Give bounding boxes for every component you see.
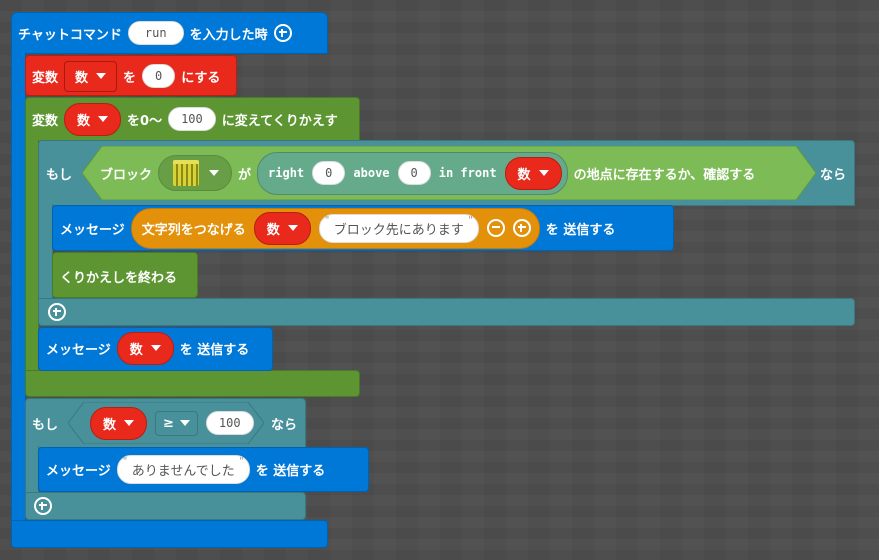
- block-label: ブロック: [100, 167, 153, 183]
- loop-to-input[interactable]: 100: [168, 107, 216, 131]
- variable-name: 数: [77, 113, 91, 129]
- message-label: メッセージ: [46, 463, 111, 479]
- on-chat-command-body-strip: [11, 52, 26, 522]
- variable-name: 数: [103, 417, 117, 433]
- operator-value: ≥: [163, 415, 174, 431]
- variable-name: 数: [517, 167, 531, 183]
- set-variable-label: 変数: [32, 70, 59, 86]
- melon-block-icon: [173, 160, 200, 186]
- send-label: を 送信する: [255, 463, 326, 479]
- position-block[interactable]: right 0 above 0 in front 数: [257, 151, 568, 195]
- on-chat-command-footer[interactable]: [11, 520, 328, 548]
- set-value-input[interactable]: 0: [142, 64, 176, 88]
- set-to-label: を: [123, 70, 137, 86]
- loop-suffix-label: に変えてくりかえす: [221, 113, 338, 129]
- if-block-1-body-strip: [38, 204, 53, 300]
- join-text-input[interactable]: ブロック先にあります: [318, 213, 479, 243]
- send-label: を 送信する: [545, 222, 616, 238]
- chevron-down-icon: [96, 73, 107, 79]
- minus-circle-icon[interactable]: [486, 219, 505, 237]
- chevron-down-icon: [287, 225, 298, 231]
- right-input[interactable]: 0: [312, 161, 346, 185]
- if-label: もし: [46, 167, 73, 183]
- chevron-down-icon: [209, 170, 220, 176]
- break-label: くりかえしを終わる: [60, 270, 178, 286]
- for-loop-footer[interactable]: [25, 370, 360, 397]
- hat-prefix-label: チャットコマンド: [18, 27, 122, 43]
- send-label: を 送信する: [179, 342, 250, 358]
- message-variable-dropdown[interactable]: 数: [116, 331, 174, 365]
- chevron-down-icon: [538, 170, 549, 176]
- chevron-down-icon: [150, 345, 161, 351]
- if-label: もし: [32, 417, 59, 433]
- if-block-2-footer[interactable]: [25, 492, 306, 520]
- front-variable-dropdown[interactable]: 数: [504, 156, 562, 190]
- loop-label: 変数: [32, 113, 59, 129]
- then-label: なら: [820, 167, 847, 183]
- join-variable-dropdown[interactable]: 数: [253, 211, 311, 245]
- right-label: right: [268, 166, 305, 180]
- hat-suffix-label: を入力した時: [189, 27, 268, 43]
- if-block-2-body-strip: [25, 446, 39, 494]
- variable-dropdown[interactable]: 数: [64, 60, 118, 92]
- above-input[interactable]: 0: [397, 161, 431, 185]
- if-block-1-footer[interactable]: [38, 298, 855, 326]
- plus-circle-icon[interactable]: [273, 24, 292, 42]
- message-label: メッセージ: [46, 342, 111, 358]
- join-strings-block[interactable]: 文字列をつなげる 数 ブロック先にあります: [130, 207, 540, 249]
- operator-dropdown[interactable]: ≥: [155, 410, 198, 436]
- plus-circle-icon[interactable]: [512, 219, 531, 237]
- check-suffix-label: の地点に存在するか、確認する: [573, 167, 756, 183]
- compare-value-input[interactable]: 100: [205, 411, 254, 435]
- compare-variable-dropdown[interactable]: 数: [90, 406, 148, 440]
- chevron-down-icon: [124, 420, 135, 426]
- variable-name: 数: [129, 342, 143, 358]
- join-label: 文字列をつなげる: [141, 222, 246, 238]
- block-picker[interactable]: [158, 155, 233, 191]
- command-input[interactable]: run: [127, 21, 184, 45]
- chevron-down-icon: [98, 116, 109, 122]
- variable-name: 数: [75, 70, 89, 86]
- chevron-down-icon: [179, 420, 190, 426]
- set-suffix-label: にする: [181, 70, 221, 86]
- variable-name: 数: [266, 222, 280, 238]
- for-loop-body-strip: [25, 140, 39, 372]
- plus-circle-icon[interactable]: [48, 303, 66, 321]
- loop-from-label: を0～: [127, 113, 163, 129]
- loop-variable-dropdown[interactable]: 数: [64, 102, 122, 136]
- message-text-input[interactable]: ありませんでした: [116, 454, 250, 484]
- front-label: in front: [438, 166, 497, 180]
- plus-circle-icon[interactable]: [34, 497, 52, 515]
- above-label: above: [353, 166, 390, 180]
- ga-label: が: [238, 167, 252, 183]
- message-label: メッセージ: [60, 222, 125, 238]
- then-label: なら: [271, 417, 298, 433]
